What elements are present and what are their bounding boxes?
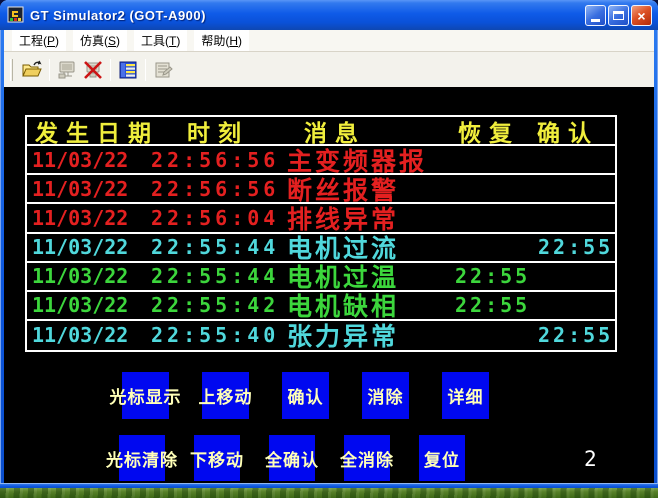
alarm-row[interactable]: 11/03/22 22:55:40 张力异常 22:55 bbox=[27, 321, 615, 350]
properties-icon bbox=[152, 60, 174, 80]
open-folder-icon bbox=[21, 60, 43, 80]
move-up-button[interactable]: 上移动 bbox=[202, 372, 249, 419]
device-monitor-icon bbox=[117, 60, 139, 80]
alarm-date: 11/03/22 bbox=[32, 206, 128, 230]
alarm-recovery-time: 22:55 bbox=[455, 293, 530, 317]
properties-button bbox=[150, 57, 176, 83]
device-monitor-button[interactable] bbox=[115, 57, 141, 83]
header-date: 发生日期 bbox=[35, 114, 159, 148]
titlebar[interactable]: GT Simulator2 (GOT-A900) × bbox=[0, 0, 658, 30]
simulate-stop-icon bbox=[82, 60, 104, 80]
simulate-start-button bbox=[54, 57, 80, 83]
simulate-stop-button[interactable] bbox=[80, 57, 106, 83]
minimize-button[interactable] bbox=[585, 5, 606, 26]
alarm-date: 11/03/22 bbox=[32, 293, 128, 317]
toolbar-grip bbox=[10, 59, 13, 81]
menubar: 工程(P) 仿真(S) 工具(T) 帮助(H) bbox=[4, 30, 654, 52]
alarm-recovery-time: 22:55 bbox=[455, 264, 530, 288]
ack-all-button[interactable]: 全确认 bbox=[269, 435, 315, 481]
toolbar-separator bbox=[145, 59, 146, 81]
header-time: 时刻 bbox=[187, 114, 249, 148]
ack-button[interactable]: 确认 bbox=[282, 372, 329, 419]
header-ack: 确认 bbox=[537, 114, 599, 148]
alarm-date: 11/03/22 bbox=[32, 177, 128, 201]
alarm-table: 发生日期 时刻 消息 恢复 确认 11/03/22 22:56:56 主变频器报… bbox=[25, 115, 617, 352]
cursor-show-button[interactable]: 光标显示 bbox=[122, 372, 169, 419]
cursor-clear-button[interactable]: 光标清除 bbox=[119, 435, 165, 481]
alarm-time: 22:56:56 bbox=[151, 177, 279, 201]
maximize-icon bbox=[613, 11, 624, 20]
minimize-icon bbox=[591, 19, 600, 22]
detail-button[interactable]: 详细 bbox=[442, 372, 489, 419]
open-project-button[interactable] bbox=[19, 57, 45, 83]
menu-item-project[interactable]: 工程(P) bbox=[12, 30, 66, 51]
reset-button[interactable]: 复位 bbox=[419, 435, 465, 481]
menu-item-tools[interactable]: 工具(T) bbox=[134, 30, 187, 51]
page-number: 2 bbox=[584, 447, 597, 471]
alarm-date: 11/03/22 bbox=[32, 264, 128, 288]
menu-item-simulate[interactable]: 仿真(S) bbox=[73, 30, 127, 51]
alarm-time: 22:55:44 bbox=[151, 264, 279, 288]
alarm-ack-time: 22:55 bbox=[538, 235, 613, 259]
alarm-message: 张力异常 bbox=[287, 317, 399, 353]
alarm-date: 11/03/22 bbox=[32, 148, 128, 172]
alarm-time: 22:55:44 bbox=[151, 235, 279, 259]
alarm-date: 11/03/22 bbox=[32, 323, 128, 347]
alarm-time: 22:56:56 bbox=[151, 148, 279, 172]
alarm-date: 11/03/22 bbox=[32, 235, 128, 259]
got-screen: 发生日期 时刻 消息 恢复 确认 11/03/22 22:56:56 主变频器报… bbox=[4, 87, 654, 483]
alarm-time: 22:56:04 bbox=[151, 206, 279, 230]
header-recovery: 恢复 bbox=[458, 114, 520, 148]
clear-button[interactable]: 消除 bbox=[362, 372, 409, 419]
maximize-button[interactable] bbox=[608, 5, 629, 26]
simulate-start-icon bbox=[56, 60, 78, 80]
clear-all-button[interactable]: 全消除 bbox=[344, 435, 390, 481]
menu-item-help[interactable]: 帮助(H) bbox=[194, 30, 249, 51]
toolbar-separator bbox=[49, 59, 50, 81]
desktop-wallpaper-grass bbox=[0, 488, 658, 498]
alarm-time: 22:55:40 bbox=[151, 323, 279, 347]
toolbar-separator bbox=[110, 59, 111, 81]
alarm-time: 22:55:42 bbox=[151, 293, 279, 317]
close-button[interactable]: × bbox=[631, 5, 652, 26]
app-icon bbox=[7, 6, 25, 24]
alarm-ack-time: 22:55 bbox=[538, 323, 613, 347]
toolbar bbox=[4, 52, 654, 87]
move-down-button[interactable]: 下移动 bbox=[194, 435, 240, 481]
application-window: GT Simulator2 (GOT-A900) × 工程(P) 仿真(S) 工… bbox=[0, 0, 658, 490]
window-title: GT Simulator2 (GOT-A900) bbox=[30, 8, 206, 23]
close-icon: × bbox=[637, 8, 645, 24]
